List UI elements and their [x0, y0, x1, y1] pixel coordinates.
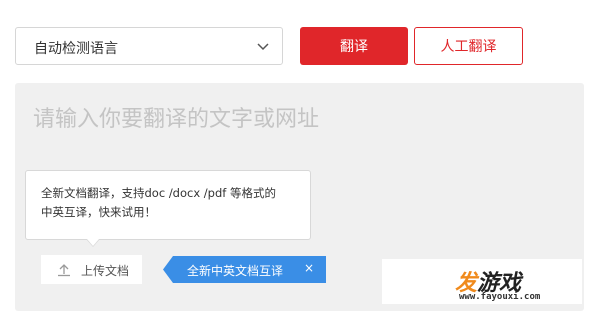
watermark-url: www.fayouxi.com	[459, 292, 541, 302]
human-translate-button[interactable]: 人工翻译	[414, 27, 523, 65]
translate-button[interactable]: 翻译	[300, 27, 408, 65]
upload-document-label: 上传文档	[81, 264, 130, 278]
language-select-value: 自动检测语言	[34, 41, 118, 57]
close-icon[interactable]: ×	[304, 261, 314, 275]
language-select[interactable]: 自动检测语言	[15, 27, 283, 65]
chevron-down-icon	[257, 43, 269, 51]
document-translation-tooltip: 全新文档翻译，支持doc /docx /pdf 等格式的 中英互译，快来试用！	[25, 170, 311, 247]
tooltip-line-1: 全新文档翻译，支持doc /docx /pdf 等格式的	[41, 186, 276, 200]
upload-document-button[interactable]: 上传文档	[41, 255, 142, 284]
new-doc-translation-badge: 全新中英文档互译 ×	[163, 256, 326, 283]
watermark-logo: 发游戏 www.fayouxi.com	[382, 259, 582, 304]
badge-label: 全新中英文档互译	[187, 264, 284, 278]
tooltip-line-2: 中英互译，快来试用！	[41, 205, 156, 219]
upload-icon	[58, 264, 70, 277]
